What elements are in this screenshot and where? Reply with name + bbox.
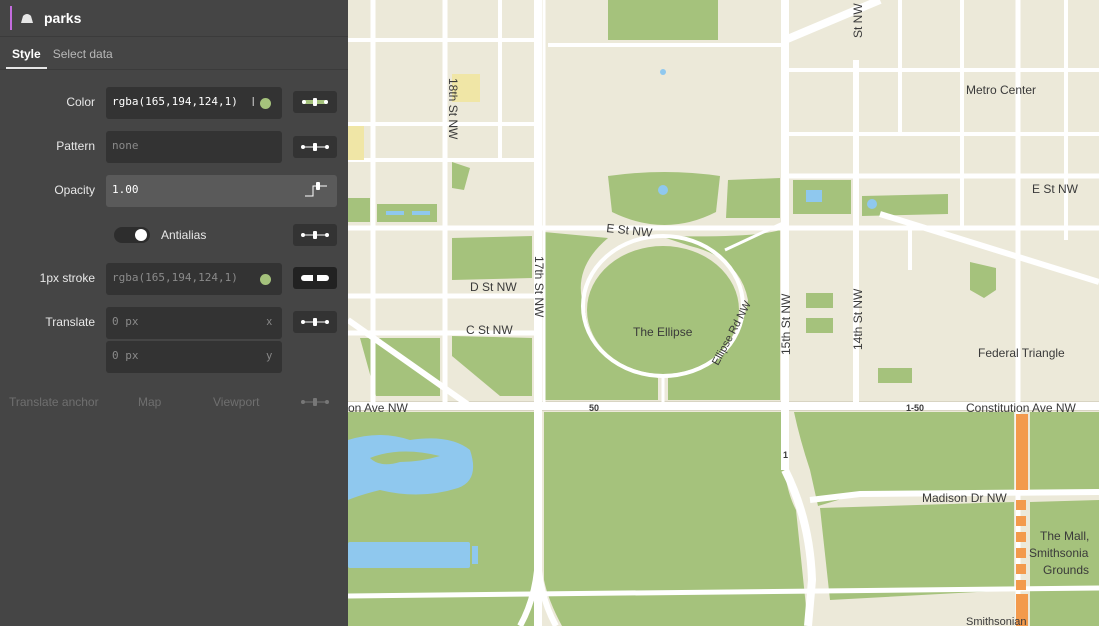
function-toggle-icon[interactable]	[300, 397, 330, 407]
tab-select-data[interactable]: Select data	[47, 47, 119, 69]
label-shield-50: 50	[589, 403, 599, 413]
antialias-label: Antialias	[161, 228, 207, 242]
label-shield-1: 1	[783, 450, 788, 460]
label-madison: Madison Dr NW	[922, 491, 1007, 505]
label-c-st: C St NW	[466, 323, 513, 337]
pattern-function-button[interactable]	[293, 136, 337, 158]
translate-label: Translate	[45, 315, 95, 329]
label-18th-st: 18th St NW	[446, 78, 460, 140]
pattern-label: Pattern	[56, 139, 95, 153]
tab-style[interactable]: Style	[6, 47, 47, 69]
polygon-icon	[21, 14, 33, 23]
pattern-value: none	[112, 139, 139, 152]
map-canvas[interactable]: 18th St NW 17th St NW 15th St NW 14th St…	[348, 0, 1099, 626]
label-d-st: D St NW	[470, 280, 517, 294]
step-function-icon[interactable]	[303, 181, 329, 199]
pattern-input[interactable]: none	[106, 131, 282, 163]
translate-x-input[interactable]: 0 px x	[106, 307, 282, 339]
translate-y-value: 0 px	[112, 349, 139, 362]
translate-y-axis: y	[266, 350, 273, 362]
layer-name: parks	[44, 10, 82, 26]
function-toggle-icon	[301, 318, 329, 326]
translate-anchor-label: Translate anchor	[9, 395, 99, 409]
stroke-value: rgba(165,194,124,1)	[112, 271, 238, 284]
anchor-option-map[interactable]: Map	[138, 395, 161, 409]
translate-function-button[interactable]	[293, 311, 337, 333]
opacity-label: Opacity	[54, 183, 95, 197]
label-ellipse: The Ellipse	[633, 325, 693, 339]
label-e-st-east: E St NW	[1032, 182, 1079, 196]
pattern-row: Pattern none	[0, 131, 348, 163]
label-constitution-left: on Ave NW	[348, 401, 408, 415]
text-cursor-icon: I	[251, 95, 255, 109]
color-input[interactable]: rgba(165,194,124,1) I	[106, 87, 282, 119]
label-mall-1: The Mall,	[1040, 529, 1089, 543]
antialias-row: Antialias	[0, 219, 348, 251]
layer-accent-bar	[10, 6, 12, 30]
label-metro-center: Metro Center	[966, 83, 1036, 97]
opacity-row: Opacity 1.00	[0, 175, 348, 207]
panel-tabs: Style Select data	[0, 37, 348, 70]
label-17th-st: 17th St NW	[532, 256, 546, 318]
label-14th-st: 14th St NW	[851, 288, 865, 350]
translate-x-unit: px	[125, 315, 139, 328]
stroke-function-button[interactable]	[293, 267, 337, 289]
label-st-nw-top: St NW	[851, 3, 865, 38]
color-value: rgba(165,194,124,1)	[112, 95, 238, 108]
opacity-value: 1.00	[112, 183, 139, 196]
anchor-option-viewport[interactable]: Viewport	[213, 395, 259, 409]
translate-y-unit: px	[125, 349, 139, 362]
translate-x-value: 0 px	[112, 315, 139, 328]
label-mall-3: Grounds	[1043, 563, 1089, 577]
label-mall-2: Smithsonia	[1029, 546, 1089, 560]
color-function-button[interactable]	[293, 91, 337, 113]
stroke-input[interactable]: rgba(165,194,124,1)	[106, 263, 282, 295]
color-label: Color	[66, 95, 95, 109]
layer-header: parks	[0, 0, 348, 37]
translate-y-input[interactable]: 0 px y	[106, 341, 282, 373]
stroke-row: 1px stroke rgba(165,194,124,1)	[0, 263, 348, 295]
function-toggle-icon	[302, 98, 328, 106]
color-row: Color rgba(165,194,124,1) I	[0, 87, 348, 119]
function-toggle-icon	[301, 273, 329, 283]
antialias-toggle[interactable]	[114, 227, 150, 243]
label-shield-1-50: 1-50	[906, 403, 924, 413]
function-toggle-icon	[301, 231, 329, 239]
function-toggle-icon	[301, 143, 329, 151]
opacity-input[interactable]: 1.00	[106, 175, 337, 207]
translate-row: Translate 0 px x 0 px y	[0, 307, 348, 375]
toggle-knob	[135, 229, 147, 241]
translate-anchor-row: Translate anchor Map Viewport	[0, 394, 348, 410]
label-constitution-right: Constitution Ave NW	[966, 401, 1077, 415]
stroke-label: 1px stroke	[39, 271, 95, 285]
antialias-function-button[interactable]	[293, 224, 337, 246]
label-smithsonian: Smithsonian	[966, 616, 1027, 626]
style-panel: parks Style Select data Color rgba(165,1…	[0, 0, 348, 626]
label-federal-triangle: Federal Triangle	[978, 346, 1065, 360]
color-swatch[interactable]	[260, 98, 271, 109]
translate-x-axis: x	[266, 316, 273, 328]
label-15th-st: 15th St NW	[779, 293, 793, 355]
stroke-swatch[interactable]	[260, 274, 271, 285]
